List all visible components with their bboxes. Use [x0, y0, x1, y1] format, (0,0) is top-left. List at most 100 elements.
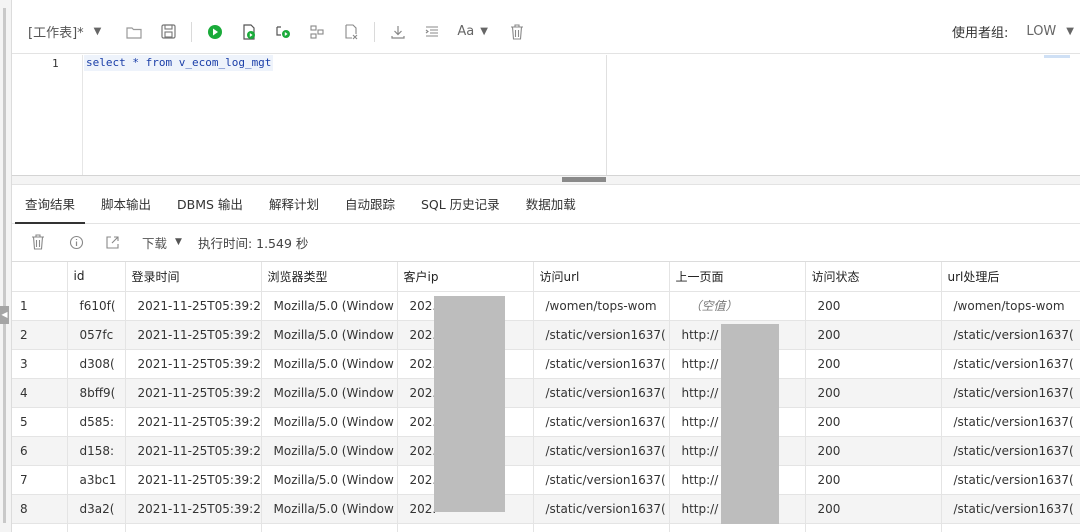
- cell-browser-type[interactable]: Mozilla/5.0 (Window: [261, 494, 398, 524]
- pane-splitter[interactable]: [12, 175, 1080, 185]
- trash-icon[interactable]: [506, 21, 528, 43]
- cell-login-time[interactable]: 2021-11-25T05:39:2: [125, 378, 262, 408]
- cell-url-processed[interactable]: /static/version1637(: [941, 494, 1080, 524]
- consumer-group[interactable]: 使用者组: LOW ▼: [952, 22, 1074, 41]
- cell-browser-type[interactable]: Mozilla/5.0 (Window: [261, 378, 398, 408]
- cell-id[interactable]: d3a2(: [67, 494, 126, 524]
- cell-browser-type[interactable]: Mozilla/5.0 (Window: [261, 407, 398, 437]
- collapse-handle-icon[interactable]: ◀: [0, 306, 9, 324]
- cell-id[interactable]: 8bff9(: [67, 378, 126, 408]
- cell-rownum[interactable]: 5: [12, 407, 68, 437]
- cell-status[interactable]: 200: [805, 494, 942, 524]
- cell-status[interactable]: 200: [805, 320, 942, 350]
- cell-rownum[interactable]: 1: [12, 291, 68, 321]
- tab-script-output[interactable]: 脚本输出: [88, 194, 164, 223]
- cell-url[interactable]: /static/version1637(: [533, 494, 670, 524]
- cell-status[interactable]: 200: [805, 378, 942, 408]
- cell-rownum[interactable]: 7: [12, 465, 68, 495]
- tab-sql-history[interactable]: SQL 历史记录: [408, 194, 513, 223]
- sql-editor[interactable]: 1 select * from v_ecom_log_mgt: [12, 55, 1080, 175]
- column-header-previous-page[interactable]: 上一页面: [669, 262, 806, 292]
- trash-icon[interactable]: [30, 234, 46, 250]
- cell-url-processed[interactable]: /static/version1637(: [941, 465, 1080, 495]
- cell-browser-type[interactable]: Mozilla/5.0 (Window: [261, 320, 398, 350]
- worksheet-dropdown[interactable]: [工作表]* ▼: [28, 22, 101, 41]
- cell-status[interactable]: 200: [805, 407, 942, 437]
- column-header-browser-type[interactable]: 浏览器类型: [261, 262, 398, 292]
- cell-login-time[interactable]: 2021-11-25T05:39:2: [125, 494, 262, 524]
- tab-autotrace[interactable]: 自动跟踪: [332, 194, 408, 223]
- cell-browser-type[interactable]: Mozilla/5.0 (Window: [261, 291, 398, 321]
- column-header-url[interactable]: 访问url: [533, 262, 670, 292]
- cell-id[interactable]: 057fc: [67, 320, 126, 350]
- cell-status[interactable]: 200: [805, 436, 942, 466]
- open-external-icon[interactable]: [104, 234, 120, 250]
- cell-login-time[interactable]: 2021-11-25T05:39:2: [125, 465, 262, 495]
- cell-url[interactable]: /static/version1637(: [533, 320, 670, 350]
- font-dropdown[interactable]: Aa ▼: [457, 24, 488, 39]
- splitter-grip[interactable]: [562, 177, 606, 182]
- cell-rownum[interactable]: 3: [12, 349, 68, 379]
- cell-browser-type[interactable]: Mozilla/5.0 (Window: [261, 436, 398, 466]
- cell-url-processed[interactable]: /static/version1637(: [941, 349, 1080, 379]
- column-header-id[interactable]: id: [67, 262, 126, 292]
- cell-id[interactable]: f610f(: [67, 291, 126, 321]
- table-row[interactable]: 3 d308(2021-11-25T05:39:2 Mozilla/5.0 (Win…: [12, 349, 1080, 379]
- cell-login-time[interactable]: 2021-11-25T05:39:2: [125, 291, 262, 321]
- info-icon[interactable]: [68, 234, 84, 250]
- cell-login-time[interactable]: 2021-11-25T05:39:2: [125, 349, 262, 379]
- save-icon[interactable]: [157, 21, 179, 43]
- cell-login-time[interactable]: 2021-11-25T05:39:2: [125, 436, 262, 466]
- cell-url[interactable]: /women/tops-wom: [533, 291, 670, 321]
- format-icon[interactable]: [421, 21, 443, 43]
- tab-dbms-output[interactable]: DBMS 输出: [164, 194, 256, 223]
- tab-data-loading[interactable]: 数据加载: [513, 194, 589, 223]
- cell-url[interactable]: /static/version1637(: [533, 349, 670, 379]
- column-header-client-ip[interactable]: 客户ip: [397, 262, 534, 292]
- cell-url[interactable]: /static/version1637(: [533, 378, 670, 408]
- cell-url[interactable]: /static/version1637(: [533, 436, 670, 466]
- explain-plan-icon[interactable]: [272, 21, 294, 43]
- table-row[interactable]: 2 057fc 2021-11-25T05:39:2 Mozilla/5.0 (Win…: [12, 320, 1080, 350]
- table-row[interactable]: 1 f610f(2021-11-25T05:39:2 Mozilla/5.0 (Wi…: [12, 291, 1080, 321]
- cell-rownum[interactable]: 2: [12, 320, 68, 350]
- cell-login-time[interactable]: 2021-11-25T05:39:2: [125, 320, 262, 350]
- cell-url-processed[interactable]: /static/version1637(: [941, 320, 1080, 350]
- cell-url[interactable]: /static/version1637(: [533, 407, 670, 437]
- cell-id[interactable]: a3bc1: [67, 465, 126, 495]
- table-row[interactable]: 4 8bff9(2021-11-25T05:39:2 Mozilla/5.0 (Wi…: [12, 378, 1080, 408]
- table-row[interactable]: 8 d3a2(2021-11-25T05:39:2 Mozilla/5.0 (Win…: [12, 494, 1080, 524]
- cell-id[interactable]: d308(: [67, 349, 126, 379]
- cell-url-processed[interactable]: /women/tops-wom: [941, 291, 1080, 321]
- table-row[interactable]: 5 d585: 2021-11-25T05:39:2 Mozilla/5.0 (Win…: [12, 407, 1080, 437]
- download-icon[interactable]: [387, 21, 409, 43]
- folder-icon[interactable]: [123, 21, 145, 43]
- cell-rownum[interactable]: 4: [12, 378, 68, 408]
- sql-code[interactable]: select * from v_ecom_log_mgt: [84, 55, 274, 71]
- cell-browser-type[interactable]: Mozilla/5.0 (Window: [261, 349, 398, 379]
- cell-url-processed[interactable]: /static/version1637(: [941, 378, 1080, 408]
- cell-browser-type[interactable]: Mozilla/5.0 (Window: [261, 465, 398, 495]
- cell-status[interactable]: 200: [805, 465, 942, 495]
- cell-url-processed[interactable]: /static/version1637(: [941, 407, 1080, 437]
- column-header-url-processed[interactable]: url处理后: [941, 262, 1080, 292]
- cell-status[interactable]: 200: [805, 291, 942, 321]
- cell-url-processed[interactable]: /static/version1637(: [941, 436, 1080, 466]
- cell-id[interactable]: d158:: [67, 436, 126, 466]
- table-row[interactable]: 6 d158: 2021-11-25T05:39:2 Mozilla/5.0 (Win…: [12, 436, 1080, 466]
- run-icon[interactable]: [204, 21, 226, 43]
- column-header-login-time[interactable]: 登录时间: [125, 262, 262, 292]
- table-row[interactable]: 7 a3bc1 2021-11-25T05:39:2 Mozilla/5.0 (Win…: [12, 465, 1080, 495]
- run-script-icon[interactable]: [238, 21, 260, 43]
- clear-icon[interactable]: [340, 21, 362, 43]
- cell-status[interactable]: 200: [805, 349, 942, 379]
- tab-explain-plan[interactable]: 解释计划: [256, 194, 332, 223]
- column-header-status[interactable]: 访问状态: [805, 262, 942, 292]
- autotrace-icon[interactable]: [306, 21, 328, 43]
- tab-query-result[interactable]: 查询结果: [12, 194, 88, 224]
- cell-id[interactable]: d585:: [67, 407, 126, 437]
- cell-rownum[interactable]: 6: [12, 436, 68, 466]
- cell-previous-page[interactable]: （空值）: [669, 291, 806, 321]
- download-dropdown[interactable]: 下载 ▼: [142, 233, 182, 252]
- cell-url[interactable]: /static/version1637(: [533, 465, 670, 495]
